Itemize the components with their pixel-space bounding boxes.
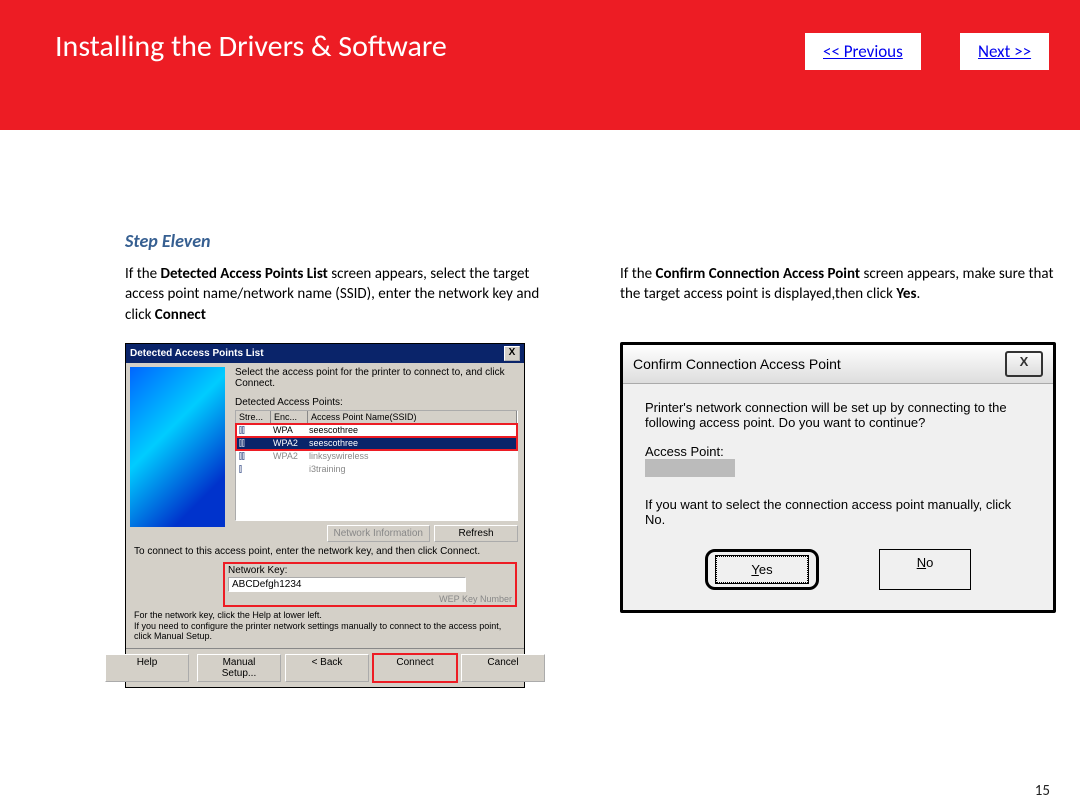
yes-highlight: Yes	[705, 549, 819, 590]
dialog-title: Confirm Connection Access Point	[633, 356, 841, 372]
close-icon[interactable]: X	[1005, 351, 1043, 377]
content-area: Step Eleven If the Detected Access Point…	[0, 130, 1080, 688]
manual-message: If you want to select the connection acc…	[645, 497, 1031, 527]
signal-icon: ⫿⫿	[236, 451, 270, 462]
table-row[interactable]: ⫿⫿ WPA seescothree	[236, 424, 517, 437]
connect-button[interactable]: Connect	[373, 654, 457, 682]
next-button[interactable]: Next >>	[960, 33, 1049, 70]
ap-value-redacted	[645, 459, 735, 477]
page-title: Installing the Drivers & Software	[55, 28, 447, 65]
help-button[interactable]: Help	[105, 654, 189, 682]
page-number: 15	[1035, 782, 1050, 800]
wep-label: WEP Key Number	[228, 594, 512, 604]
access-points-table: Stre... Enc... Access Point Name(SSID) ⫿…	[235, 410, 518, 521]
signal-icon: ⫿	[236, 464, 270, 475]
step-heading: Step Eleven	[125, 230, 1040, 252]
table-row[interactable]: ⫿ i3training	[236, 463, 517, 476]
fine-print: For the network key, click the Help at l…	[134, 610, 516, 642]
table-row-selected[interactable]: ⫿⫿ WPA2 seescothree	[236, 437, 517, 450]
window-instruction: Select the access point for the printer …	[235, 367, 518, 389]
left-instruction: If the Detected Access Points List scree…	[125, 264, 565, 325]
close-icon[interactable]: X	[504, 346, 520, 361]
dialog-message: Printer's network connection will be set…	[645, 400, 1031, 430]
signal-icon: ⫿⫿	[236, 438, 270, 449]
network-key-label: Network Key:	[228, 565, 512, 576]
col-strength[interactable]: Stre...	[236, 411, 271, 423]
table-row[interactable]: ⫿⫿ WPA2 linksyswireless	[236, 450, 517, 463]
confirm-dialog: Confirm Connection Access Point X Printe…	[620, 342, 1056, 613]
back-button[interactable]: < Back	[285, 654, 369, 682]
col-encryption[interactable]: Enc...	[271, 411, 308, 423]
header-bar: Installing the Drivers & Software << Pre…	[0, 0, 1080, 130]
detected-ap-window: Detected Access Points List X Select the…	[125, 343, 525, 688]
yes-button[interactable]: Yes	[716, 556, 808, 583]
list-label: Detected Access Points:	[235, 397, 518, 408]
network-key-input[interactable]: ABCDefgh1234	[228, 577, 466, 592]
cancel-button[interactable]: Cancel	[461, 654, 545, 682]
wireless-banner-image	[130, 367, 225, 527]
ap-label: Access Point:	[645, 444, 1031, 459]
left-column: If the Detected Access Points List scree…	[125, 264, 565, 688]
right-instruction: If the Confirm Connection Access Point s…	[620, 264, 1060, 324]
refresh-button[interactable]: Refresh	[434, 525, 518, 542]
right-column: If the Confirm Connection Access Point s…	[620, 264, 1060, 688]
window-title-text: Detected Access Points List	[130, 348, 264, 359]
no-button[interactable]: No	[879, 549, 971, 590]
window-titlebar: Detected Access Points List X	[126, 344, 524, 363]
network-info-button: Network Information	[327, 525, 430, 542]
previous-button[interactable]: << Previous	[805, 33, 921, 70]
manual-setup-button[interactable]: Manual Setup...	[197, 654, 281, 682]
col-ssid[interactable]: Access Point Name(SSID)	[308, 411, 517, 423]
signal-icon: ⫿⫿	[236, 425, 270, 436]
connect-hint: To connect to this access point, enter t…	[134, 546, 516, 557]
